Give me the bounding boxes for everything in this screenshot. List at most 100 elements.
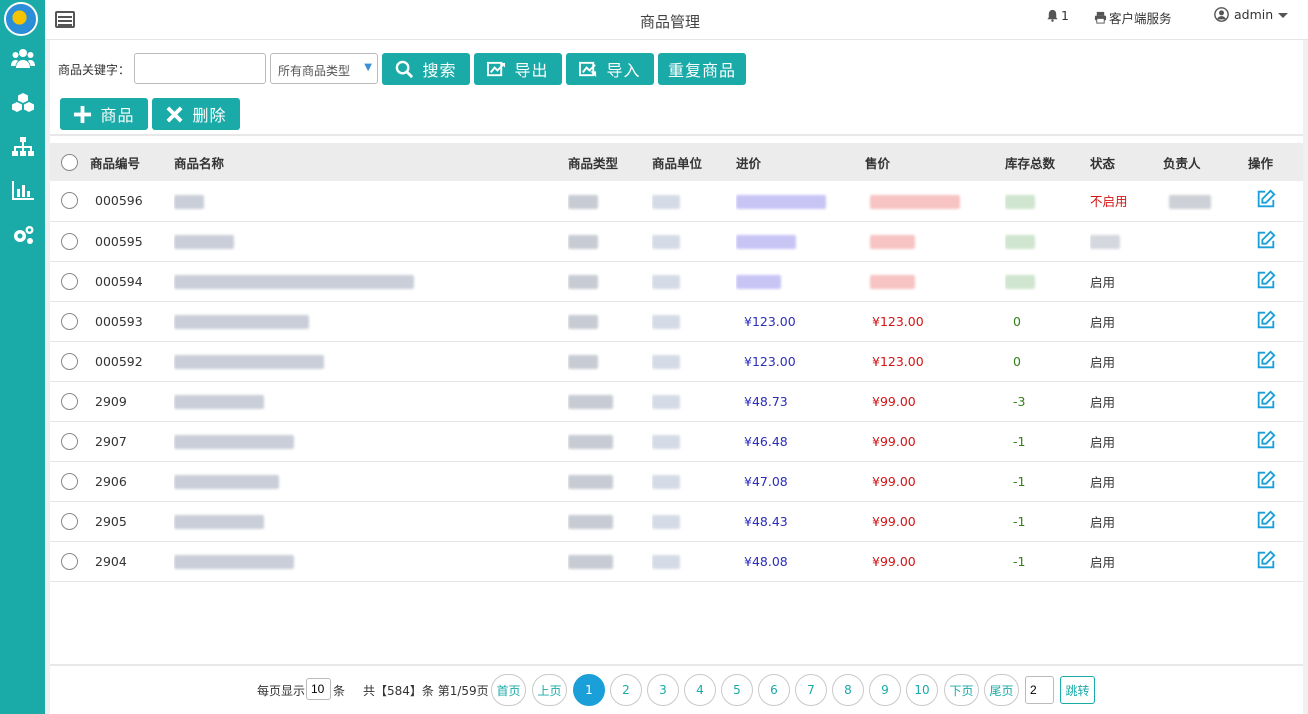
product-type-redacted <box>568 554 613 569</box>
buy-price-redacted <box>736 234 796 249</box>
status-text: 启用 <box>1090 434 1116 450</box>
jump-button[interactable]: 跳转 <box>1060 676 1095 704</box>
edit-icon[interactable] <box>1255 229 1277 254</box>
product-table: 商品编号 商品名称 商品类型 商品单位 进价 售价 库存总数 状态 负责人 操作… <box>50 143 1303 582</box>
table-header-row: 商品编号 商品名称 商品类型 商品单位 进价 售价 库存总数 状态 负责人 操作 <box>50 143 1303 181</box>
table-row: 000596 不启用 <box>50 181 1303 221</box>
jump-page-input[interactable] <box>1025 676 1054 704</box>
page-button-10[interactable]: 10 <box>906 674 938 706</box>
page-button-9[interactable]: 9 <box>869 674 901 706</box>
sell-price-redacted <box>870 234 915 249</box>
stock-total: -3 <box>1013 393 1026 409</box>
sell-price: ¥99.00 <box>872 433 916 449</box>
row-select-radio[interactable] <box>61 512 78 530</box>
stock-total: -1 <box>1013 553 1026 569</box>
product-type-redacted <box>568 234 598 249</box>
prev-page-button[interactable]: 上页 <box>532 674 567 706</box>
page-button-5[interactable]: 5 <box>721 674 753 706</box>
search-button[interactable]: 搜索 <box>382 53 470 85</box>
status-text: 启用 <box>1090 394 1116 410</box>
product-name-redacted <box>174 354 324 369</box>
edit-icon[interactable] <box>1255 429 1277 454</box>
client-service-link[interactable]: 客户端服务 <box>1094 8 1172 27</box>
menu-toggle-icon[interactable] <box>55 11 75 28</box>
select-all-radio[interactable] <box>61 153 78 171</box>
page-button-1[interactable]: 1 <box>573 674 605 706</box>
table-row: 000593 ¥123.00 ¥123.00 0 启用 <box>50 301 1303 341</box>
table-row: 2907 ¥46.48 ¥99.00 -1 启用 <box>50 421 1303 461</box>
cubes-icon[interactable] <box>8 92 38 116</box>
row-select-radio[interactable] <box>61 192 78 210</box>
edit-icon[interactable] <box>1255 389 1277 414</box>
export-button[interactable]: 导出 <box>474 53 562 85</box>
user-menu[interactable]: admin <box>1214 7 1289 22</box>
last-page-button[interactable]: 尾页 <box>984 674 1019 706</box>
per-page-suffix: 条 <box>333 684 346 698</box>
product-id: 000595 <box>95 233 143 249</box>
main-content: 商品关键字： 所有商品类型 ▼ 搜索 导出 导入 重复商品 商品 删除 商品编号… <box>50 40 1303 714</box>
product-name-redacted <box>174 514 264 529</box>
page-button-4[interactable]: 4 <box>684 674 716 706</box>
row-select-radio[interactable] <box>61 552 78 570</box>
page-button-2[interactable]: 2 <box>610 674 642 706</box>
stock-total: -1 <box>1013 433 1026 449</box>
add-product-label: 商品 <box>100 106 135 125</box>
row-select-radio[interactable] <box>61 232 78 250</box>
table-row: 000595 <box>50 221 1303 261</box>
table-row: 2909 ¥48.73 ¥99.00 -3 启用 <box>50 381 1303 421</box>
product-unit-redacted <box>652 234 680 249</box>
page-button-7[interactable]: 7 <box>795 674 827 706</box>
product-id: 000596 <box>95 193 143 209</box>
product-name-redacted <box>174 554 294 569</box>
column-header: 商品单位 <box>652 155 703 171</box>
row-select-radio[interactable] <box>61 272 78 290</box>
user-circle-icon <box>1214 7 1229 22</box>
product-id: 2904 <box>95 553 127 569</box>
page-size-input[interactable] <box>306 678 331 700</box>
row-select-radio[interactable] <box>61 392 78 410</box>
per-page-prefix: 每页显示 <box>257 684 306 698</box>
next-page-button[interactable]: 下页 <box>944 674 979 706</box>
edit-icon[interactable] <box>1255 189 1277 213</box>
delete-button[interactable]: 删除 <box>152 98 240 130</box>
page-button-8[interactable]: 8 <box>832 674 864 706</box>
import-icon <box>579 61 597 77</box>
sell-price: ¥99.00 <box>872 393 916 409</box>
row-select-radio[interactable] <box>61 472 78 490</box>
import-button[interactable]: 导入 <box>566 53 654 85</box>
buy-price: ¥123.00 <box>744 313 796 329</box>
bar-chart-icon[interactable] <box>8 179 38 203</box>
product-name-redacted <box>174 394 264 409</box>
duplicate-products-button[interactable]: 重复商品 <box>658 53 746 85</box>
product-id: 000594 <box>95 273 143 289</box>
top-bar: 商品管理 1 客户端服务 admin <box>45 0 1308 40</box>
edit-icon[interactable] <box>1255 269 1277 294</box>
stock-redacted <box>1005 234 1035 249</box>
users-icon[interactable] <box>8 47 38 71</box>
edit-icon[interactable] <box>1255 349 1277 374</box>
edit-icon[interactable] <box>1255 509 1277 534</box>
edit-icon[interactable] <box>1255 309 1277 334</box>
product-type-redacted <box>568 474 613 489</box>
product-unit-redacted <box>652 394 680 409</box>
product-unit-redacted <box>652 274 680 289</box>
status-text: 启用 <box>1090 554 1116 570</box>
sell-price: ¥99.00 <box>872 513 916 529</box>
row-select-radio[interactable] <box>61 312 78 330</box>
first-page-button[interactable]: 首页 <box>491 674 526 706</box>
row-select-radio[interactable] <box>61 432 78 450</box>
product-id: 2909 <box>95 393 127 409</box>
edit-icon[interactable] <box>1255 469 1277 494</box>
product-type-select[interactable]: 所有商品类型 ▼ <box>270 53 378 84</box>
gears-icon[interactable] <box>8 223 38 247</box>
add-product-button[interactable]: 商品 <box>60 98 148 130</box>
sitemap-icon[interactable] <box>8 135 38 159</box>
bell-icon <box>1047 9 1058 22</box>
page-button-6[interactable]: 6 <box>758 674 790 706</box>
notification-button[interactable]: 1 <box>1046 8 1069 23</box>
page-button-3[interactable]: 3 <box>647 674 679 706</box>
column-header: 进价 <box>736 155 762 171</box>
edit-icon[interactable] <box>1255 549 1277 574</box>
keyword-input[interactable] <box>134 53 266 84</box>
row-select-radio[interactable] <box>61 352 78 370</box>
